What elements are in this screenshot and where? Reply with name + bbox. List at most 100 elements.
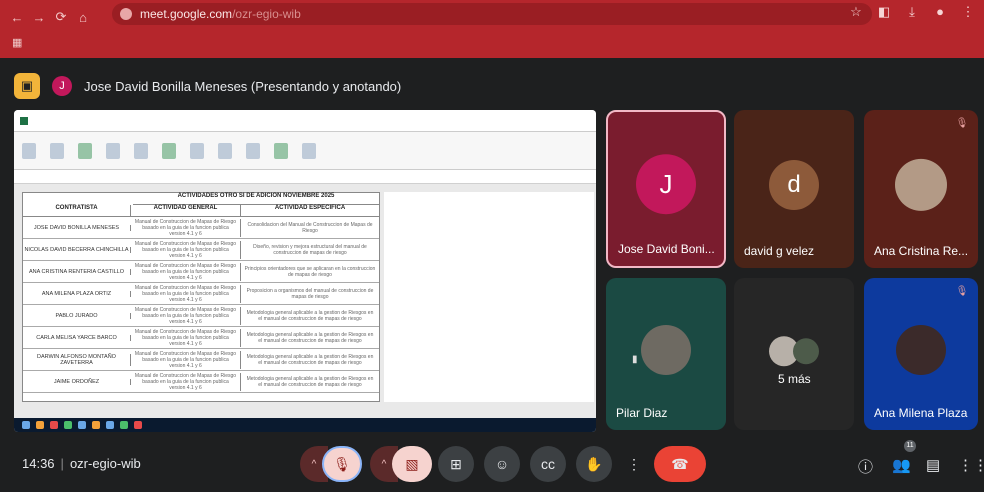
cell-actividad-general: Manual de Construccion de Mapas de Riesg… (131, 350, 241, 369)
leave-call-button[interactable]: ☎ (654, 446, 706, 482)
more-participants-label: 5 más (778, 372, 811, 386)
people-icon[interactable]: 👥 (892, 456, 911, 474)
reactions-button[interactable]: ☺ (484, 446, 520, 482)
table-row: ANA MILENA PLAZA ORTIZ Manual de Construc… (23, 283, 379, 305)
participant-name: Pilar Diaz (616, 406, 668, 420)
address-bar[interactable]: meet.google.com/ozr-egio-wib (112, 3, 872, 25)
meeting-time: 14:36 (22, 456, 55, 471)
cell-actividad-general: Manual de Construccion de Mapas de Riesg… (131, 284, 241, 303)
table-row: ANA CRISTINA RENTERIA CASTILLO Manual de … (23, 261, 379, 283)
cell-actividad-general: Manual de Construccion de Mapas de Riesg… (131, 328, 241, 347)
download-icon[interactable]: ⤓ (904, 4, 920, 20)
meeting-info: 14:36 | ozr-egio-wib (22, 456, 141, 471)
cell-actividad-especifica: Proposicion a organismos del manual de c… (246, 287, 374, 300)
participant-tile-more[interactable]: 5 más (734, 278, 854, 430)
sheet-title: ACTIVIDADES OTRO SI DE ADICION NOVIEMBRE… (133, 193, 379, 205)
shared-screen[interactable]: ACTIVIDADES OTRO SI DE ADICION NOVIEMBRE… (14, 110, 596, 432)
cell-actividad-general: Manual de Construccion de Mapas de Riesg… (131, 372, 241, 391)
participant-tile-ana-cristina[interactable]: 🎙 Ana Cristina Re... (864, 110, 978, 268)
home-icon[interactable]: ⌂ (72, 6, 94, 28)
mic-off-icon: 🎙 (955, 118, 969, 129)
participant-name: Ana Cristina Re... (874, 244, 969, 258)
cell-contratista: CARLA MELISA YARCE BARCO (23, 334, 131, 341)
table-row: NICOLAS DAVID BECERRA CHINCHILLA Manual d… (23, 239, 379, 261)
participant-tile-david[interactable]: d david g velez (734, 110, 854, 268)
cell-contratista: PABLO JURADO (23, 312, 131, 319)
participant-tile-jose[interactable]: J Jose David Boni... (606, 110, 726, 268)
meeting-code: ozr-egio-wib (69, 456, 141, 471)
mic-off-icon: 🎙 (955, 286, 969, 297)
sheet-header-row: CONTRATISTA ACTIVIDAD GENERAL ACTIVIDAD … (23, 205, 379, 217)
apps-icon[interactable]: ▦ (12, 36, 22, 49)
present-button[interactable]: ⊞ (438, 446, 474, 482)
forward-icon[interactable]: → (28, 6, 50, 28)
cell-actividad-general: Manual de Construccion de Mapas de Riesg… (131, 240, 241, 259)
avatar (641, 325, 691, 375)
browser-toolbar: ← → ⟳ ⌂ meet.google.com/ozr-egio-wib ☆ ◧… (0, 0, 984, 58)
more-menu-icon[interactable]: ⋮ (960, 4, 976, 20)
cell-contratista: ANA MILENA PLAZA ORTIZ (23, 290, 131, 297)
cell-contratista: JOSE DAVID BONILLA MENESES (23, 224, 131, 231)
presentation-icon[interactable]: ▣ (14, 73, 40, 99)
cell-actividad-general: Manual de Construccion de Mapas de Riesg… (131, 218, 241, 237)
extensions-icon[interactable]: ◧ (876, 4, 892, 20)
raise-hand-button[interactable]: ✋ (576, 446, 612, 482)
cell-actividad-especifica: Principios orientadores que se aplicaran… (244, 265, 376, 278)
camera-toggle-button[interactable]: ▧ (392, 446, 432, 482)
more-options-button[interactable]: ⋮ (622, 446, 646, 482)
header-actividad-especifica: ACTIVIDAD ESPECIFICA (274, 205, 346, 211)
excel-icon (20, 116, 28, 125)
reload-icon[interactable]: ⟳ (50, 6, 72, 28)
cell-actividad-general: Manual de Construccion de Mapas de Riesg… (131, 262, 241, 281)
mic-toggle-button[interactable]: 🎙 (322, 446, 362, 482)
cell-contratista: NICOLAS DAVID BECERRA CHINCHILLA (23, 246, 131, 253)
excel-titlebar (14, 110, 596, 132)
cell-actividad-especifica: Consolidacion del Manual de Construccion… (247, 221, 373, 234)
participant-name: Jose David Boni... (618, 242, 715, 256)
cell-contratista: DARWIN ALFONSO MONTAÑO ZAVETERRA (23, 353, 131, 366)
url-path: /ozr-egio-wib (232, 7, 301, 21)
header-contratista: CONTRATISTA (23, 205, 131, 216)
meeting-details-icon[interactable]: ⓘ (858, 456, 873, 477)
meeting-controls: 14:36 | ozr-egio-wib ^ 🎙 ^ ▧ ⊞ ☺ cc ✋ ⋮ ☎ … (0, 436, 984, 492)
presenter-bar: ▣ J Jose David Bonilla Meneses (Presenta… (14, 72, 401, 100)
cell-actividad-especifica: Metodologia general aplicable a la gesti… (246, 375, 374, 388)
avatar: d (769, 160, 819, 210)
windows-taskbar (14, 418, 596, 432)
url-host: meet.google.com (140, 7, 233, 21)
participant-tile-pilar[interactable]: ▮ Pilar Diaz (606, 278, 726, 430)
table-row: PABLO JURADO Manual de Construccion de Ma… (23, 305, 379, 327)
presenter-label: Jose David Bonilla Meneses (Presentando … (84, 78, 402, 94)
avatar-group (764, 334, 824, 368)
presenter-avatar: J (52, 76, 72, 96)
bookmark-star-icon[interactable]: ☆ (848, 4, 864, 20)
profile-icon[interactable]: ● (932, 4, 948, 20)
excel-ribbon (14, 132, 596, 170)
header-actividad-general: ACTIVIDAD GENERAL (131, 205, 241, 216)
spreadsheet-table: ACTIVIDADES OTRO SI DE ADICION NOVIEMBRE… (22, 192, 380, 402)
captions-button[interactable]: cc (530, 446, 566, 482)
participant-name: david g velez (744, 244, 815, 258)
table-row: JAIME ORDOÑEZ Manual de Construccion de M… (23, 371, 379, 393)
sheet-empty-area (384, 192, 594, 402)
cell-actividad-especifica: Metodologia general aplicable a la gesti… (246, 331, 374, 344)
avatar (895, 158, 947, 211)
avatar: J (636, 154, 696, 215)
back-icon[interactable]: ← (6, 6, 28, 28)
participant-name: Ana Milena Plaza (874, 406, 968, 420)
cell-actividad-general: Manual de Construccion de Mapas de Riesg… (131, 306, 241, 325)
avatar (896, 325, 946, 375)
meet-stage: ▣ J Jose David Bonilla Meneses (Presenta… (0, 58, 984, 492)
cell-actividad-especifica: Diseño, revision y mejora estructural de… (253, 243, 367, 256)
site-info-icon[interactable] (120, 8, 132, 20)
activities-icon[interactable]: ⋮⋮ (958, 456, 984, 474)
cell-actividad-especifica: Metodologia general aplicable a la gesti… (246, 309, 374, 322)
table-row: CARLA MELISA YARCE BARCO Manual de Constr… (23, 327, 379, 349)
table-row: JOSE DAVID BONILLA MENESES Manual de Cons… (23, 217, 379, 239)
formula-bar (14, 170, 596, 184)
cell-contratista: JAIME ORDOÑEZ (23, 378, 131, 385)
cell-actividad-especifica: Metodologia general aplicable a la gesti… (246, 353, 374, 366)
participant-tile-ana-milena[interactable]: 🎙 Ana Milena Plaza (864, 278, 978, 430)
chat-icon[interactable]: ▤ (926, 456, 940, 474)
participant-count-badge: 11 (904, 440, 916, 452)
